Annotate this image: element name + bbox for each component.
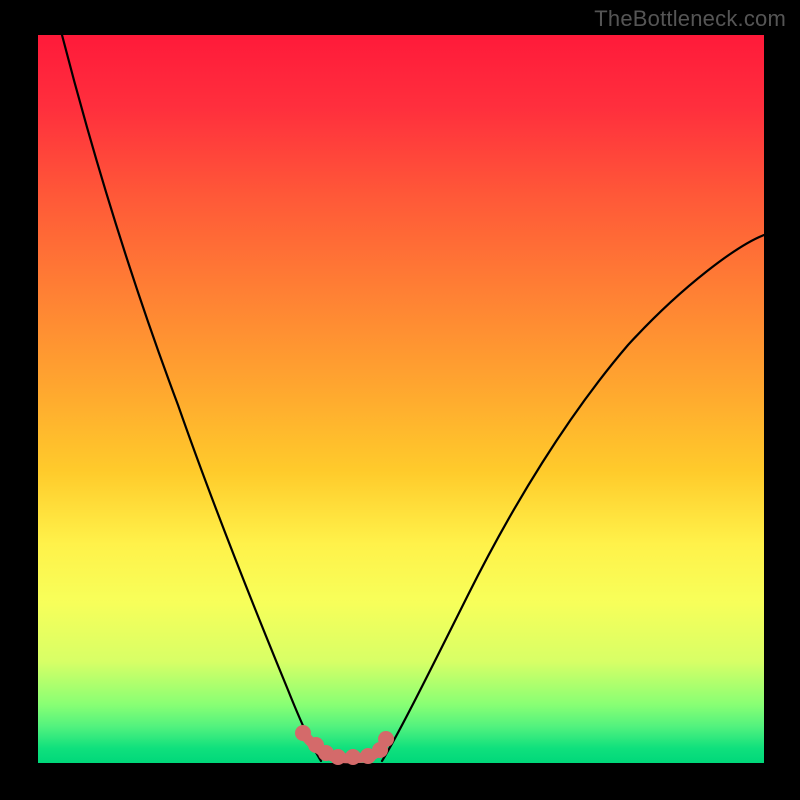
curve-right-branch — [382, 235, 764, 761]
plot-area — [38, 35, 764, 763]
bottom-fit-group — [295, 725, 394, 765]
fit-dot — [295, 725, 311, 741]
chart-svg — [38, 35, 764, 763]
fit-dot — [330, 749, 346, 765]
fit-dot — [345, 749, 361, 765]
chart-frame: TheBottleneck.com — [0, 0, 800, 800]
curve-left-branch — [62, 35, 321, 761]
fit-dot — [378, 731, 394, 747]
watermark-text: TheBottleneck.com — [594, 6, 786, 32]
